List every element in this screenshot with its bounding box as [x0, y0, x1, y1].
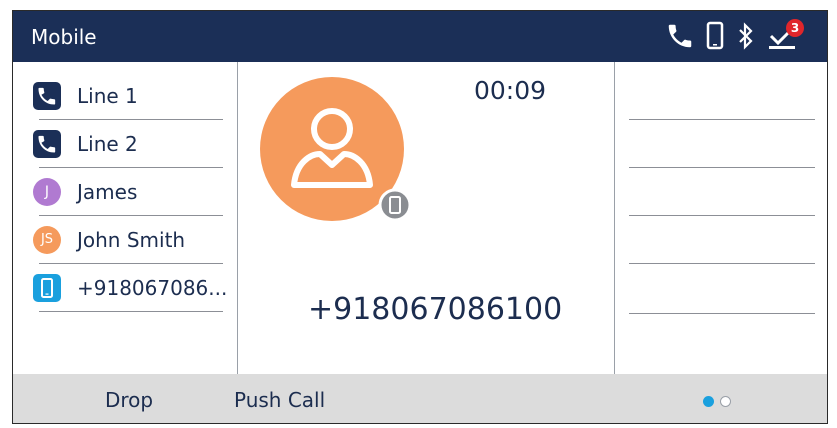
page-dot-active	[703, 396, 714, 407]
line-key-2[interactable]: Line 2	[33, 120, 223, 168]
divider	[629, 119, 815, 120]
mobile-device-icon	[706, 21, 724, 50]
phone-icon	[33, 130, 61, 158]
divider	[629, 215, 815, 216]
divider	[629, 167, 815, 168]
phone-icon	[33, 82, 61, 110]
status-bar: Mobile 3	[13, 11, 827, 62]
contact-james[interactable]: J James	[33, 168, 223, 216]
contact-label: James	[77, 180, 138, 204]
notification-badge: 3	[786, 19, 804, 37]
line-key-1[interactable]: Line 1	[33, 72, 223, 120]
mobile-device-icon	[33, 274, 61, 302]
line-list: Line 1 Line 2 J James JS John Smith +918…	[13, 62, 238, 374]
divider	[629, 313, 815, 314]
phone-screen: Mobile 3 Line 1 Line 2 J James JS John S…	[12, 10, 828, 424]
call-panel: 00:09 +918067086100	[238, 62, 615, 374]
softkey-bar: Drop Push Call	[13, 374, 827, 423]
contact-label: John Smith	[77, 228, 186, 252]
bluetooth-icon	[739, 22, 753, 50]
page-dot	[720, 396, 731, 407]
line-label: +918067086...	[77, 276, 228, 300]
contact-avatar: JS	[33, 226, 61, 254]
call-timer: 00:09	[474, 76, 547, 105]
line-label: Line 1	[77, 84, 138, 108]
push-call-button[interactable]: Push Call	[234, 388, 325, 412]
contact-john-smith[interactable]: JS John Smith	[33, 216, 223, 264]
divider	[629, 263, 815, 264]
contact-avatar: J	[33, 178, 61, 206]
drop-button[interactable]: Drop	[105, 388, 153, 412]
mobile-line-key[interactable]: +918067086...	[33, 264, 227, 312]
status-icons: 3	[665, 19, 815, 51]
line-list-right	[615, 62, 827, 374]
line-label: Line 2	[77, 132, 138, 156]
caller-avatar-icon	[260, 77, 412, 222]
phone-icon	[668, 24, 692, 48]
caller-number: +918067086100	[308, 292, 563, 327]
screen-title: Mobile	[31, 25, 97, 49]
divider	[39, 311, 223, 312]
